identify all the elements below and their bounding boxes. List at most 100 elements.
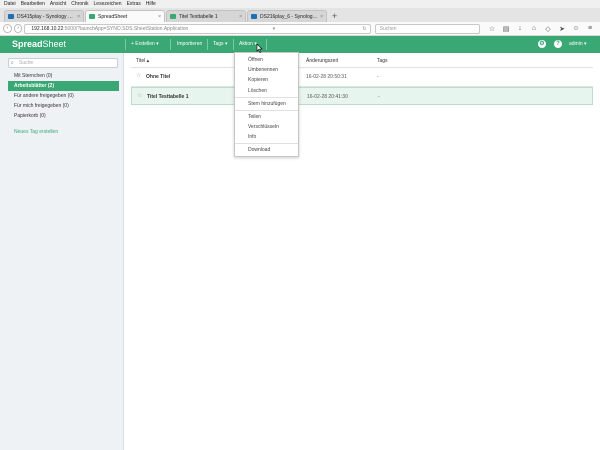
chevron-down-icon: ▾ — [224, 41, 228, 47]
table-row[interactable]: ☆ Ohne Titel 16-02-28 20:50:31 - — [131, 68, 593, 86]
menu-separator — [235, 97, 298, 98]
browser-tab[interactable]: DS415play - Synology Disk... × — [4, 10, 84, 22]
tags-button[interactable]: Tags ▾ — [213, 41, 227, 47]
table-row-selected[interactable]: ☆ Titel Testtabelle 1 16-02-28 20:41:30 … — [131, 87, 593, 105]
tab-title: DS415play - Synology Disk... — [17, 13, 76, 20]
synology-favicon-icon — [8, 14, 14, 19]
address-bar[interactable]: 192.168.10.22 :5000/?launchApp=SYNO.SDS.… — [24, 23, 371, 34]
synology-favicon-icon — [251, 14, 257, 19]
spreadsheet-favicon-icon — [170, 14, 176, 19]
menu-item-share[interactable]: Teilen — [235, 113, 298, 122]
menu-file[interactable]: Datei — [4, 1, 16, 7]
create-button[interactable]: + Erstellen ▾ — [131, 41, 159, 47]
browser-tab-strip: DS415play - Synology Disk... × SpreadShe… — [0, 8, 600, 22]
browser-tab-active[interactable]: SpreadSheet × — [85, 10, 165, 22]
menu-item-download[interactable]: Download — [235, 146, 298, 155]
tags-label: Tags — [213, 41, 224, 47]
action-dropdown-menu: Öffnen Umbenennen Kopieren Löschen Stern… — [234, 52, 299, 157]
home-icon[interactable]: ⌂ — [530, 25, 538, 33]
menu-item-delete[interactable]: Löschen — [235, 87, 298, 96]
new-tab-button[interactable]: + — [328, 10, 341, 22]
sidebar: ⌕ Suche Mit Sternchen (0) Arbeitsblätter… — [0, 53, 124, 450]
help-icon[interactable]: ? — [554, 40, 562, 48]
file-list: Titel ▴ Änderungszeit Tags ☆ Ohne Titel … — [125, 53, 600, 450]
column-header-modified[interactable]: Änderungszeit — [306, 58, 338, 64]
header-divider — [170, 39, 171, 50]
search-icon: ⌕ — [11, 60, 14, 66]
import-button[interactable]: Importieren — [177, 41, 202, 47]
close-tab-icon[interactable]: × — [239, 14, 242, 20]
header-divider — [266, 39, 267, 50]
menu-history[interactable]: Chronik — [71, 1, 88, 7]
library-icon[interactable]: ▤ — [502, 25, 510, 33]
menu-view[interactable]: Ansicht — [50, 1, 66, 7]
menu-edit[interactable]: Bearbeiten — [21, 1, 45, 7]
file-modified: 16-02-28 20:50:31 — [306, 74, 347, 80]
tab-title: SpreadSheet — [98, 13, 128, 20]
menu-item-encrypt[interactable]: Verschlüsseln — [235, 123, 298, 132]
url-host: 192.168.10.22 — [31, 25, 64, 32]
tab-title: DS216play_6 - Synology Di... — [260, 13, 318, 20]
sidebar-item-trash[interactable]: Papierkorb (0) — [8, 111, 119, 121]
brand-bold: Spread — [12, 39, 43, 49]
star-icon[interactable]: ☆ — [137, 92, 142, 99]
mouse-pointer-icon — [256, 44, 263, 53]
sidebar-item-starred[interactable]: Mit Sternchen (0) — [8, 71, 119, 81]
action-button[interactable]: Aktion ▾ — [239, 41, 257, 47]
user-name: admin — [569, 41, 583, 47]
file-tags: - — [377, 74, 379, 80]
action-label: Aktion — [239, 41, 253, 47]
file-title: Titel Testtabelle 1 — [147, 94, 189, 100]
close-tab-icon[interactable]: × — [158, 14, 161, 20]
sidebar-item-worksheets[interactable]: Arbeitsblätter (2) — [8, 81, 119, 91]
menu-item-info[interactable]: Info — [235, 133, 298, 142]
menu-item-rename[interactable]: Umbenennen — [235, 66, 298, 75]
reload-icon[interactable]: ↻ — [362, 25, 366, 33]
download-icon[interactable]: ↓ — [516, 25, 524, 33]
menu-bookmarks[interactable]: Lesezeichen — [94, 1, 122, 7]
chevron-down-icon: ▾ — [156, 41, 159, 47]
menu-help[interactable]: Hilfe — [146, 1, 156, 7]
url-dropdown-icon[interactable]: ▾ — [273, 25, 276, 33]
bookmark-star-icon[interactable]: ☆ — [488, 25, 496, 33]
header-divider — [233, 39, 234, 50]
url-path: :5000/?launchApp=SYNO.SDS.SheetStation.A… — [63, 25, 189, 32]
create-label: + Erstellen — [131, 41, 155, 47]
header-divider — [207, 39, 208, 50]
file-tags: - — [378, 94, 380, 100]
file-title: Ohne Titel — [146, 74, 171, 80]
menu-item-add-star[interactable]: Stern hinzufügen — [235, 100, 298, 109]
browser-search-input[interactable]: Suchen — [374, 23, 480, 34]
menu-separator — [235, 143, 298, 144]
spreadsheet-favicon-icon — [89, 14, 95, 19]
sidebar-search-placeholder: Suche — [19, 60, 34, 66]
sidebar-item-shared-by-me[interactable]: Für andere freigegeben (0) — [8, 91, 119, 101]
brand-light: Sheet — [42, 39, 67, 49]
menu-separator — [235, 110, 298, 111]
header-divider — [125, 39, 126, 50]
browser-tab[interactable]: Titel Testtabelle 1 × — [166, 10, 246, 22]
close-tab-icon[interactable]: × — [77, 14, 80, 20]
send-icon[interactable]: ➤ — [558, 25, 566, 33]
app-header: SpreadSheet + Erstellen ▾ Importieren Ta… — [0, 36, 600, 53]
menu-item-copy[interactable]: Kopieren — [235, 76, 298, 85]
column-header-tags[interactable]: Tags — [377, 58, 388, 64]
file-modified: 16-02-28 20:41:30 — [307, 94, 348, 100]
hamburger-menu-icon[interactable]: ≡ — [586, 25, 594, 33]
chat-icon[interactable]: ☺ — [572, 25, 580, 33]
app-logo: SpreadSheet — [12, 39, 66, 49]
menu-item-open[interactable]: Öffnen — [235, 56, 298, 65]
pocket-icon[interactable]: ◇ — [544, 25, 552, 33]
close-tab-icon[interactable]: × — [320, 14, 323, 20]
forward-button[interactable]: › — [13, 24, 23, 33]
settings-gear-icon[interactable]: ⚙ — [538, 40, 546, 48]
new-tag-link[interactable]: Neues Tag erstellen — [14, 129, 58, 135]
sidebar-item-shared-with-me[interactable]: Für mich freigegeben (0) — [8, 101, 119, 111]
back-button[interactable]: ‹ — [3, 24, 12, 33]
star-icon[interactable]: ☆ — [136, 72, 141, 79]
user-menu-button[interactable]: admin ▾ — [569, 41, 587, 47]
menu-tools[interactable]: Extras — [127, 1, 141, 7]
sidebar-search-input[interactable]: ⌕ Suche — [8, 58, 118, 68]
browser-tab[interactable]: DS216play_6 - Synology Di... × — [247, 10, 327, 22]
column-header-title[interactable]: Titel ▴ — [136, 58, 149, 64]
